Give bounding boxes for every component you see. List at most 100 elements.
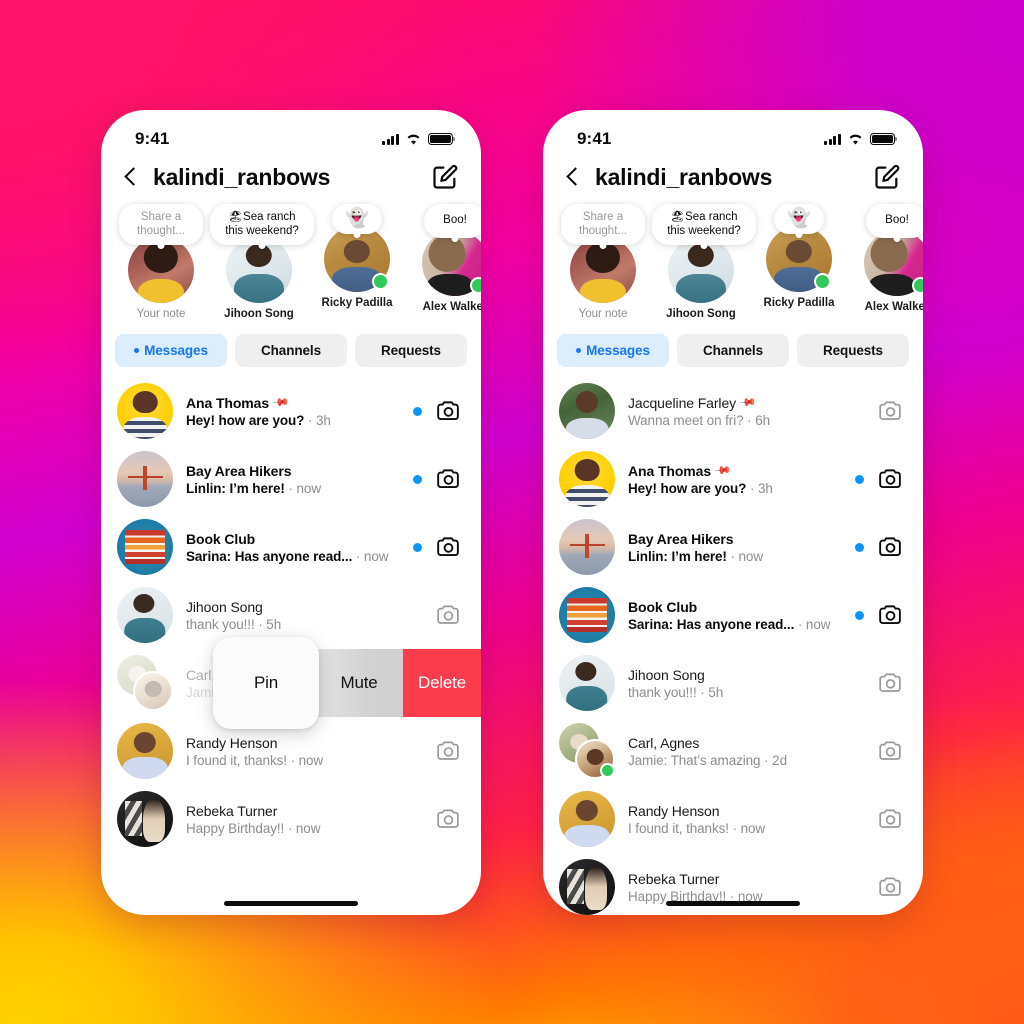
unread-dot	[413, 406, 422, 416]
camera-icon[interactable]	[878, 672, 903, 694]
note-item-3[interactable]: 👻 Ricky Padilla	[311, 204, 403, 320]
status-bar-time: 9:41	[135, 129, 170, 148]
thread-row-swiped[interactable]: Carl, AgnesJamie: That’s amazing · 2d Pi…	[101, 637, 481, 730]
thread-list[interactable]: Jacqueline Farley 📌 Wanna meet on fri? · 6…	[543, 377, 923, 915]
camera-icon[interactable]	[878, 400, 903, 422]
avatar-image	[559, 655, 615, 712]
notes-tray[interactable]: Share a thought... Your note 🏖Sea ranch th…	[101, 196, 481, 322]
thread-body: Randy Henson I found it, thanks! · now	[628, 803, 842, 836]
thread-actions	[855, 400, 903, 422]
compose-icon[interactable]	[873, 163, 901, 191]
camera-icon[interactable]	[436, 740, 461, 762]
thread-body: Randy Henson I found it, thanks! · now	[186, 735, 400, 768]
thread-timestamp: · 3h	[746, 480, 773, 496]
note-bubble[interactable]: Boo!	[424, 204, 481, 238]
avatar	[117, 723, 173, 780]
thread-name: Jihoon Song	[186, 598, 263, 615]
thread-preview: Linlin: I’m here! · now	[186, 481, 400, 496]
note-bubble[interactable]: Share a thought...	[119, 204, 203, 246]
note-bubble[interactable]: 👻	[774, 204, 824, 235]
unread-dot	[413, 542, 422, 552]
thread-body: Bay Area Hikers Linlin: I’m here! · now	[186, 463, 400, 496]
unread-indicator-dot	[576, 348, 582, 354]
thread-name-row: Rebeka Turner	[628, 871, 842, 887]
thread-row[interactable]: Book Club Sarina: Has anyone read... · no…	[543, 581, 923, 649]
thread-row[interactable]: Randy Henson I found it, thanks! · now	[543, 785, 923, 853]
dm-header: kalindi_ranbows	[101, 154, 481, 196]
camera-icon[interactable]	[436, 468, 461, 490]
camera-icon[interactable]	[436, 536, 461, 558]
note-item-2[interactable]: 🏖Sea ranch this weekend? Jihoon Song	[210, 204, 314, 320]
note-bubble[interactable]: Boo!	[866, 204, 923, 238]
thread-preview-text: thank you!!!	[628, 684, 697, 700]
avatar-wrap	[117, 723, 173, 780]
thread-row[interactable]: Ana Thomas 📌 Hey! how are you? · 3h	[101, 377, 481, 445]
thread-row[interactable]: Book Club Sarina: Has anyone read... · no…	[101, 513, 481, 581]
thread-timestamp: · now	[286, 752, 324, 768]
tab-channels[interactable]: Channels	[235, 334, 347, 368]
note-item-3[interactable]: 👻 Ricky Padilla	[753, 204, 845, 320]
back-chevron-icon[interactable]	[121, 162, 143, 192]
thread-timestamp: · now	[726, 548, 763, 564]
camera-icon[interactable]	[436, 400, 461, 422]
camera-icon[interactable]	[878, 808, 903, 830]
avatar-image-2	[133, 671, 173, 712]
thread-row[interactable]: Rebeka Turner Happy Birthday!! · now	[101, 785, 481, 853]
phone-right: 9:41 kalindi_ranbows Share a thought... Y…	[543, 110, 923, 915]
thread-preview: Happy Birthday!! · now	[186, 821, 400, 836]
pin-action-button[interactable]: Pin	[213, 637, 319, 730]
note-bubble[interactable]: 🏖Sea ranch this weekend?	[210, 204, 314, 246]
back-chevron-icon[interactable]	[563, 162, 585, 192]
thread-actions	[413, 604, 461, 626]
thread-actions	[413, 740, 461, 762]
thread-body: Ana Thomas 📌 Hey! how are you? · 3h	[628, 462, 842, 496]
thread-name: Randy Henson	[186, 734, 278, 751]
note-item-4[interactable]: Boo! Alex Walker	[409, 204, 481, 320]
camera-icon[interactable]	[878, 740, 903, 762]
tab-channels[interactable]: Channels	[677, 334, 789, 368]
tab-messages[interactable]: Messages	[115, 334, 227, 368]
thread-list[interactable]: Ana Thomas 📌 Hey! how are you? · 3h Bay Ar…	[101, 377, 481, 853]
camera-icon[interactable]	[436, 808, 461, 830]
online-status-dot	[470, 277, 481, 294]
mute-action-button[interactable]: Mute	[315, 649, 403, 718]
thread-row[interactable]: Ana Thomas 📌 Hey! how are you? · 3h	[543, 445, 923, 513]
note-item-1[interactable]: Share a thought... Your note	[557, 204, 649, 320]
tab-requests[interactable]: Requests	[797, 334, 909, 368]
camera-icon[interactable]	[878, 536, 903, 558]
thread-row[interactable]: Bay Area Hikers Linlin: I’m here! · now	[101, 445, 481, 513]
note-bubble[interactable]: 👻	[332, 204, 382, 235]
avatar	[559, 655, 615, 712]
cellular-bars-icon	[824, 133, 841, 145]
segmented-tabs: Messages Channels Requests	[543, 322, 923, 377]
thread-row[interactable]: Jacqueline Farley 📌 Wanna meet on fri? · 6…	[543, 377, 923, 445]
thread-row[interactable]: Jihoon Song thank you!!! · 5h	[543, 649, 923, 717]
status-bar: 9:41	[101, 110, 481, 154]
note-bubble[interactable]: Share a thought...	[561, 204, 645, 246]
camera-icon[interactable]	[436, 604, 461, 626]
note-item-4[interactable]: Boo! Alex Walker	[851, 204, 923, 320]
avatar-wrap	[117, 791, 173, 848]
thread-row[interactable]: Carl, Agnes Jamie: That’s amazing · 2d	[543, 717, 923, 785]
thread-row[interactable]: Bay Area Hikers Linlin: I’m here! · now	[543, 513, 923, 581]
note-item-1[interactable]: Share a thought... Your note	[115, 204, 207, 320]
thread-name-row: Jacqueline Farley 📌	[628, 394, 842, 412]
pin-icon: 📌	[271, 394, 290, 412]
compose-icon[interactable]	[431, 163, 459, 191]
cellular-bars-icon	[382, 133, 399, 145]
camera-icon[interactable]	[878, 468, 903, 490]
notes-tray[interactable]: Share a thought... Your note 🏖Sea ranch th…	[543, 196, 923, 322]
avatar-wrap	[559, 587, 615, 644]
avatar-wrap	[117, 587, 173, 644]
note-item-2[interactable]: 🏖Sea ranch this weekend? Jihoon Song	[652, 204, 756, 320]
camera-icon[interactable]	[878, 876, 903, 898]
page-title: kalindi_ranbows	[153, 163, 331, 190]
tab-requests[interactable]: Requests	[355, 334, 467, 368]
note-bubble[interactable]: 🏖Sea ranch this weekend?	[652, 204, 756, 246]
pin-icon: 📌	[713, 462, 732, 480]
thread-name-row: Jihoon Song	[628, 667, 842, 683]
tab-messages[interactable]: Messages	[557, 334, 669, 368]
thread-name: Bay Area Hikers	[628, 530, 734, 547]
camera-icon[interactable]	[878, 604, 903, 626]
delete-action-button[interactable]: Delete	[403, 649, 481, 718]
